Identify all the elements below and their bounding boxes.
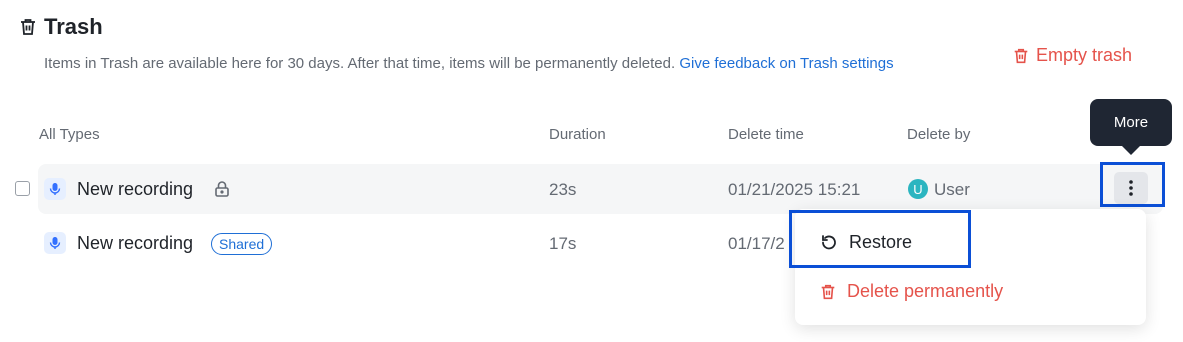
recording-name[interactable]: New recording (77, 233, 193, 254)
delete-by-cell: User (934, 180, 970, 199)
delete-permanently-menu-item[interactable]: Delete permanently (819, 281, 1003, 302)
avatar: U (908, 179, 928, 199)
retention-notice: Items in Trash are available here for 30… (44, 55, 676, 72)
column-header-delete-by: Delete by (907, 126, 971, 143)
trash-description: Items in Trash are available here for 30… (44, 49, 914, 79)
trash-icon (821, 284, 835, 299)
recording-name[interactable]: New recording (77, 179, 193, 200)
column-header-type[interactable]: All Types (39, 126, 100, 143)
delete-time-cell: 01/21/2025 15:21 (728, 180, 861, 199)
delete-time-cell: 01/17/2 (728, 234, 785, 253)
column-header-duration: Duration (549, 126, 606, 143)
tooltip-arrow (1122, 146, 1140, 155)
more-button-highlight (1100, 162, 1165, 207)
microphone-icon (44, 178, 66, 200)
lock-icon (213, 180, 231, 198)
column-header-delete-time: Delete time (728, 126, 804, 143)
microphone-icon (44, 232, 66, 254)
empty-trash-button[interactable]: Empty trash (1012, 45, 1132, 66)
shared-badge: Shared (211, 233, 273, 255)
trash-icon (1014, 48, 1028, 63)
row-checkbox[interactable] (15, 181, 30, 196)
restore-highlight (789, 210, 971, 268)
page-title: Trash (44, 14, 103, 39)
feedback-link[interactable]: Give feedback on Trash settings (679, 55, 893, 72)
empty-trash-label: Empty trash (1036, 45, 1133, 65)
duration-cell: 17s (549, 234, 577, 253)
delete-permanently-label: Delete permanently (847, 281, 1004, 301)
page-header: Trash (18, 14, 103, 40)
table-row[interactable] (38, 164, 1163, 214)
duration-cell: 23s (549, 180, 577, 199)
more-tooltip: More (1090, 99, 1172, 146)
trash-icon (18, 17, 38, 37)
